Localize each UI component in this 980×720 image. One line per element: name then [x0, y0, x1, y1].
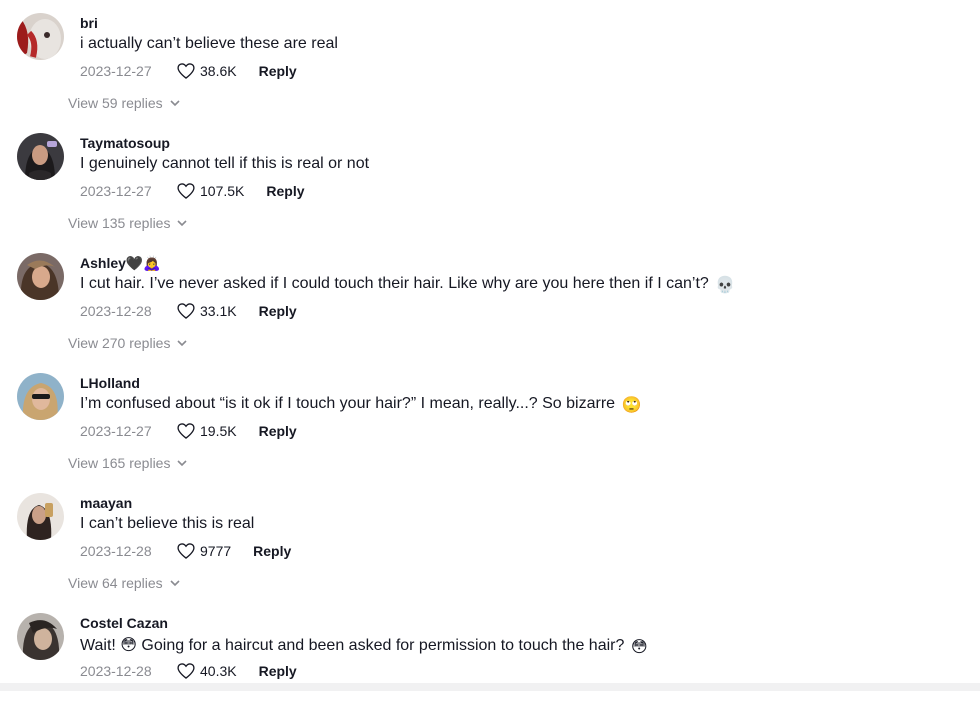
comment-text: I can’t believe this is real	[80, 515, 255, 532]
heart-outline-icon	[177, 543, 195, 559]
comment-username[interactable]: Ashley🖤🙇‍♀️	[80, 255, 161, 272]
skull-emoji-icon: 💀	[715, 277, 736, 294]
chevron-down-icon	[170, 580, 180, 587]
view-replies-button[interactable]: View 165 replies	[68, 455, 188, 471]
comment-list: bri i actually can’t believe these are r…	[0, 0, 980, 691]
comment-meta: 2023-12-27 107.5K Reply	[80, 180, 305, 202]
view-replies-label: View 135 replies	[68, 215, 171, 231]
view-replies-label: View 270 replies	[68, 335, 171, 351]
comment-text: I genuinely cannot tell if this is real …	[80, 155, 370, 172]
chevron-down-icon	[177, 340, 188, 347]
comment-date: 2023-12-27	[80, 63, 152, 79]
view-replies-button[interactable]: View 64 replies	[68, 575, 181, 591]
avatar-image	[17, 13, 64, 60]
reply-button[interactable]: Reply	[259, 423, 297, 439]
comment-item: maayan I can’t believe this is real 2023…	[0, 480, 980, 600]
comment-username[interactable]: bri	[80, 15, 98, 31]
reply-button[interactable]: Reply	[259, 303, 297, 319]
like-button[interactable]: 33.1K	[176, 301, 237, 321]
avatar-image	[17, 253, 64, 300]
comment-meta: 2023-12-28 40.3K Reply	[80, 660, 297, 682]
eye-roll-emoji-icon: 🙄	[621, 397, 642, 414]
comment-username[interactable]: Costel Cazan	[80, 615, 168, 631]
like-count: 19.5K	[200, 423, 237, 439]
view-replies-label: View 59 replies	[68, 95, 163, 111]
comment-text: I’m confused about “is it ok if I touch …	[80, 395, 641, 415]
comment-meta: 2023-12-28 33.1K Reply	[80, 300, 297, 322]
heart-outline-icon	[177, 63, 195, 79]
avatar-image	[17, 613, 64, 660]
like-button[interactable]: 40.3K	[176, 661, 237, 681]
like-count: 40.3K	[200, 663, 237, 679]
chevron-down-icon	[177, 220, 188, 227]
reply-button[interactable]: Reply	[259, 663, 297, 679]
heart-outline-icon	[177, 183, 195, 199]
like-button[interactable]: 19.5K	[176, 421, 237, 441]
comment-meta: 2023-12-28 9777 Reply	[80, 540, 291, 562]
avatar-image	[17, 373, 64, 420]
reply-button[interactable]: Reply	[259, 63, 297, 79]
comment-username[interactable]: Taymatosoup	[80, 135, 170, 151]
chevron-down-icon	[177, 460, 188, 467]
like-count: 107.5K	[200, 183, 245, 199]
comment-date: 2023-12-28	[80, 303, 152, 319]
view-replies-label: View 64 replies	[68, 575, 163, 591]
heart-outline-icon	[177, 423, 195, 439]
like-button[interactable]: 38.6K	[176, 61, 237, 81]
comment-text-body: I cut hair. I’ve never asked if I could …	[80, 275, 709, 292]
avatar[interactable]	[17, 133, 64, 180]
comment-text: I cut hair. I’ve never asked if I could …	[80, 275, 735, 295]
heart-outline-icon	[177, 663, 195, 679]
comment-meta: 2023-12-27 19.5K Reply	[80, 420, 297, 442]
avatar[interactable]	[17, 493, 64, 540]
view-replies-label: View 165 replies	[68, 455, 171, 471]
avatar[interactable]	[17, 253, 64, 300]
reply-button[interactable]: Reply	[266, 183, 304, 199]
flushed-emoji-icon: 😳	[630, 639, 648, 656]
comment-date: 2023-12-27	[80, 423, 152, 439]
view-replies-button[interactable]: View 270 replies	[68, 335, 188, 351]
chevron-down-icon	[170, 100, 180, 107]
comment-text-body: Wait! 😳 Going for a haircut and been ask…	[80, 637, 625, 654]
heart-outline-icon	[177, 303, 195, 319]
avatar[interactable]	[17, 373, 64, 420]
comment-item: Taymatosoup I genuinely cannot tell if t…	[0, 120, 980, 240]
reply-button[interactable]: Reply	[253, 543, 291, 559]
comment-item: Costel Cazan Wait! 😳 Going for a haircut…	[0, 600, 980, 720]
comment-date: 2023-12-28	[80, 663, 152, 679]
comment-text: i actually can’t believe these are real	[80, 35, 338, 52]
comment-item: bri i actually can’t believe these are r…	[0, 0, 980, 120]
avatar-image	[17, 133, 64, 180]
like-button[interactable]: 107.5K	[176, 181, 244, 201]
like-count: 9777	[200, 543, 232, 559]
bottom-divider	[0, 683, 980, 691]
comment-text: Wait! 😳 Going for a haircut and been ask…	[80, 635, 648, 657]
avatar[interactable]	[17, 13, 64, 60]
comment-item: Ashley🖤🙇‍♀️ I cut hair. I’ve never asked…	[0, 240, 980, 360]
like-count: 33.1K	[200, 303, 237, 319]
comment-username[interactable]: LHolland	[80, 375, 140, 391]
avatar[interactable]	[17, 613, 64, 660]
avatar-image	[17, 493, 64, 540]
comment-item: LHolland I’m confused about “is it ok if…	[0, 360, 980, 480]
comment-date: 2023-12-28	[80, 543, 152, 559]
like-button[interactable]: 9777	[176, 541, 231, 561]
view-replies-button[interactable]: View 135 replies	[68, 215, 188, 231]
comment-username[interactable]: maayan	[80, 495, 132, 511]
comment-text-body: I’m confused about “is it ok if I touch …	[80, 395, 616, 412]
view-replies-button[interactable]: View 59 replies	[68, 95, 181, 111]
like-count: 38.6K	[200, 63, 237, 79]
comment-date: 2023-12-27	[80, 183, 152, 199]
comment-meta: 2023-12-27 38.6K Reply	[80, 60, 297, 82]
